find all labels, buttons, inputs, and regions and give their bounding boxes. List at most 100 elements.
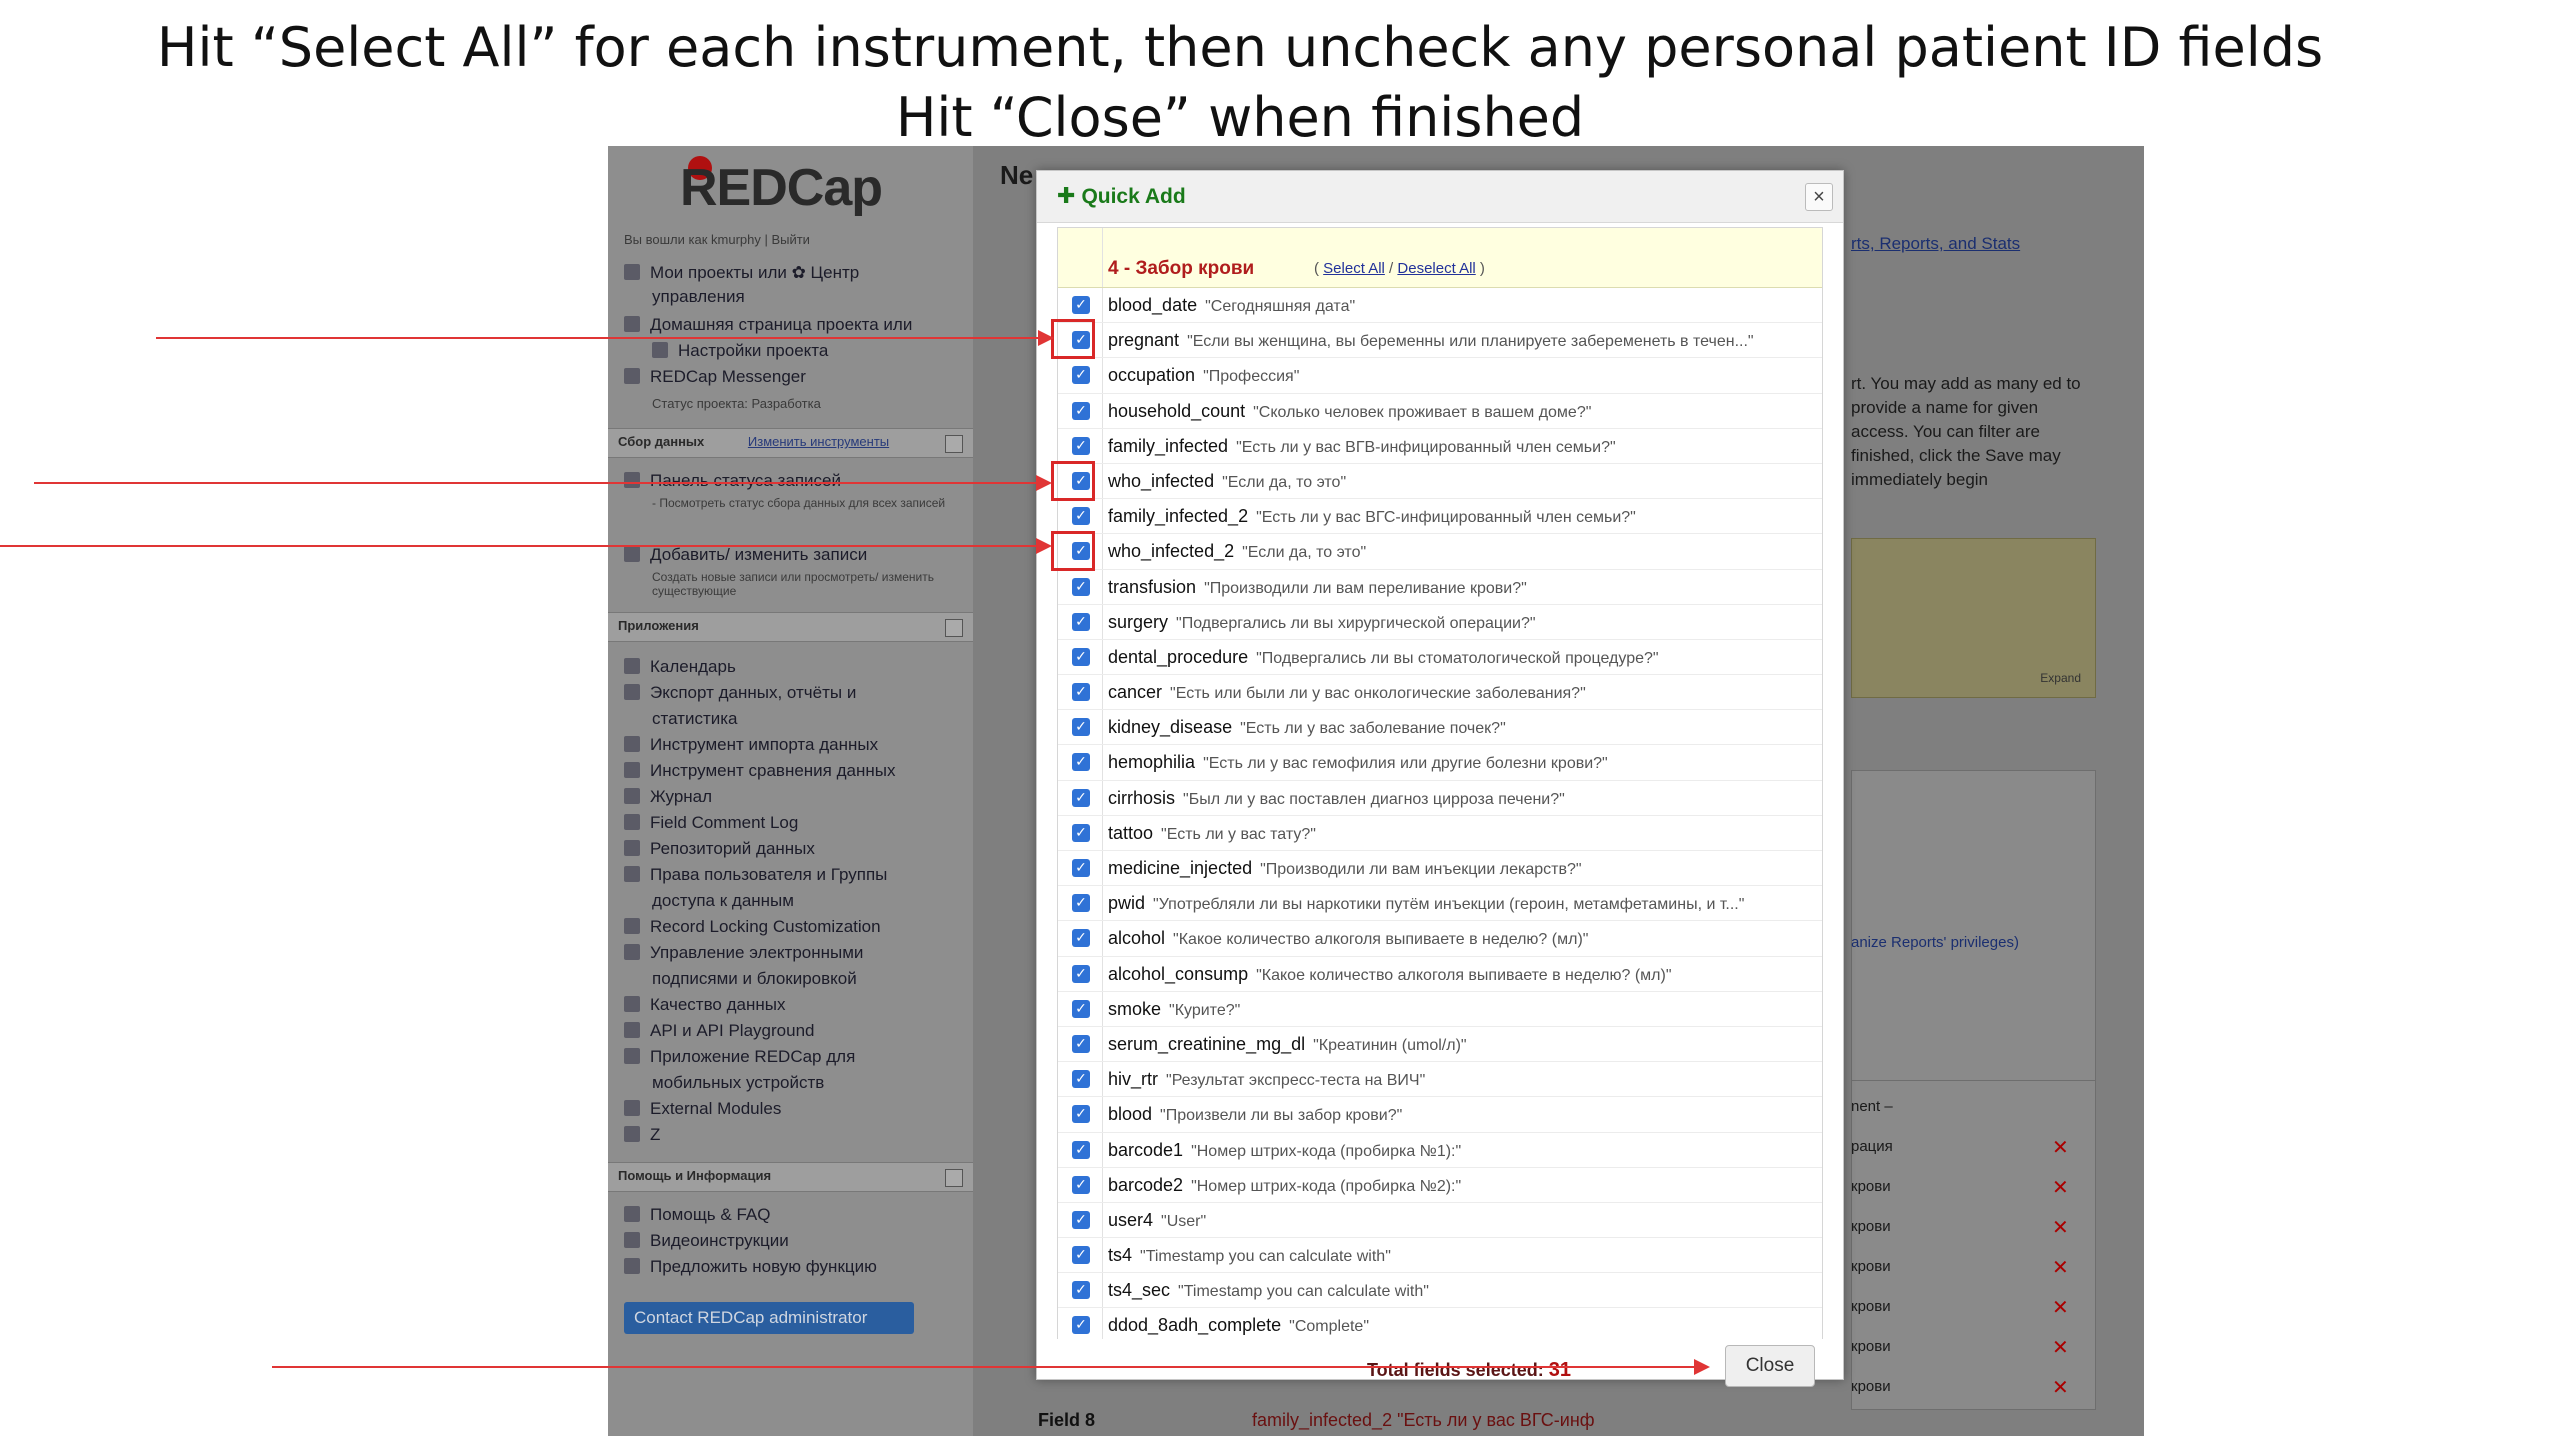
field-label: "Употребляли ли вы наркотики путём инъек… xyxy=(1153,896,1745,914)
e-signature-link-line2[interactable]: подписями и блокировкой xyxy=(652,968,857,990)
field-checkbox[interactable]: ✓ xyxy=(1072,577,1090,596)
field-label: "User" xyxy=(1161,1212,1207,1230)
field-checkbox[interactable]: ✓ xyxy=(1072,1246,1090,1265)
delete-icon[interactable]: ✕ xyxy=(2052,1378,2069,1398)
delete-icon[interactable]: ✕ xyxy=(2052,1138,2069,1158)
field-text: dental_procedure "Подвергались ли вы стом… xyxy=(1108,647,1808,668)
field-checkbox[interactable]: ✓ xyxy=(1072,647,1090,666)
background-list-item: крови xyxy=(1851,1298,1891,1315)
redcap-messenger-link[interactable]: REDCap Messenger xyxy=(624,366,806,388)
field-checkbox[interactable]: ✓ xyxy=(1072,507,1090,526)
field-checkbox[interactable]: ✓ xyxy=(1072,296,1090,314)
collapse-icon[interactable] xyxy=(945,435,963,453)
field-checkbox[interactable]: ✓ xyxy=(1072,929,1090,948)
control-center-link[interactable]: управления xyxy=(652,286,745,308)
field-checkbox[interactable]: ✓ xyxy=(1072,964,1090,983)
field-variable: occupation xyxy=(1108,365,1196,386)
record-status-dashboard-link[interactable]: Панель статуса записей xyxy=(624,470,841,492)
e-signature-link[interactable]: Управление электронными xyxy=(624,942,863,964)
field-label: "Если да, то это" xyxy=(1242,544,1367,562)
logging-link[interactable]: Журнал xyxy=(624,786,712,808)
background-reports-link[interactable]: rts, Reports, and Stats xyxy=(1851,234,2020,254)
field-variable: kidney_disease xyxy=(1108,717,1233,738)
field-checkbox[interactable]: ✓ xyxy=(1072,401,1090,420)
field-checkbox[interactable]: ✓ xyxy=(1072,859,1090,877)
field-text: alcohol_consump "Какое количество алкогол… xyxy=(1108,964,1808,985)
delete-icon[interactable]: ✕ xyxy=(2052,1178,2069,1198)
file-repository-link[interactable]: Репозиторий данных xyxy=(624,838,815,860)
data-comparison-link[interactable]: Инструмент сравнения данных xyxy=(624,760,895,782)
export-icon xyxy=(624,684,640,700)
background-select[interactable]: nent – xyxy=(1851,1098,2051,1115)
field-row-alcohol: ✓ alcohol "Какое количество алкоголя выпив… xyxy=(1058,921,1822,957)
select-all-link[interactable]: Select All xyxy=(1323,260,1385,277)
field-checkbox[interactable]: ✓ xyxy=(1072,1210,1090,1229)
suggest-feature-link[interactable]: Предложить новую функцию xyxy=(624,1256,877,1278)
background-yellow-panel: Expand xyxy=(1851,538,2096,698)
field-checkbox[interactable]: ✓ xyxy=(1072,436,1090,455)
record-locking-link[interactable]: Record Locking Customization xyxy=(624,916,881,938)
delete-icon[interactable]: ✕ xyxy=(2052,1298,2069,1318)
field-checkbox[interactable]: ✓ xyxy=(1072,999,1090,1018)
collapse-icon[interactable] xyxy=(945,1169,963,1187)
field-checkbox[interactable]: ✓ xyxy=(1072,1316,1090,1335)
data-export-link[interactable]: Экспорт данных, отчёты и xyxy=(624,682,856,704)
help-faq-link[interactable]: Помощь & FAQ xyxy=(624,1204,770,1226)
contact-admin-button[interactable]: Contact REDCap administrator xyxy=(624,1302,914,1334)
field-checkbox[interactable]: ✓ xyxy=(1072,1105,1090,1124)
api-link[interactable]: API и API Playground xyxy=(624,1020,814,1042)
field-rows: ✓ blood_date "Сегодняшняя дата" ✓ pregnant "Е… xyxy=(1058,288,1822,1339)
field-checkbox[interactable]: ✓ xyxy=(1072,1070,1090,1089)
field-checkbox[interactable]: ✓ xyxy=(1072,683,1090,702)
my-projects-link[interactable]: Мои проекты или ✿ Центр xyxy=(624,262,859,284)
calendar-link[interactable]: Календарь xyxy=(624,656,736,678)
mobile-icon xyxy=(624,1048,640,1064)
mobile-app-link-line2[interactable]: мобильных устройств xyxy=(652,1072,824,1094)
field-checkbox[interactable]: ✓ xyxy=(1072,823,1090,842)
user-rights-link[interactable]: Права пользователя и Группы xyxy=(624,864,887,886)
collapse-icon[interactable] xyxy=(945,619,963,637)
field-checkbox[interactable]: ✓ xyxy=(1072,894,1090,913)
field-variable: serum_creatinine_mg_dl xyxy=(1108,1033,1306,1054)
close-icon[interactable]: × xyxy=(1805,183,1833,211)
field-row-blood: ✓ blood "Произвели ли вы забор крови?" xyxy=(1058,1097,1822,1133)
field-checkbox[interactable]: ✓ xyxy=(1072,788,1090,807)
dag-link[interactable]: доступа к данным xyxy=(652,890,794,912)
data-export-link-line2[interactable]: статистика xyxy=(652,708,738,730)
field-checkbox[interactable]: ✓ xyxy=(1072,612,1090,631)
delete-icon[interactable]: ✕ xyxy=(2052,1218,2069,1238)
field-label: "Какое количество алкоголя выпиваете в н… xyxy=(1256,966,1672,984)
background-list-item: рация xyxy=(1851,1138,1893,1155)
field-row-who-infected: ✓ who_infected "Если да, то это" xyxy=(1058,463,1822,500)
field-checkbox[interactable]: ✓ xyxy=(1072,1140,1090,1159)
field-checkbox[interactable]: ✓ xyxy=(1072,1034,1090,1053)
field-label: "Есть ли у вас тату?" xyxy=(1161,825,1316,843)
project-home-link[interactable]: Домашняя страница проекта или xyxy=(624,314,912,336)
project-setup-link[interactable]: Настройки проекта xyxy=(652,340,828,362)
data-quality-link[interactable]: Качество данных xyxy=(624,994,785,1016)
delete-icon[interactable]: ✕ xyxy=(2052,1338,2069,1358)
field-checkbox[interactable]: ✓ xyxy=(1072,1281,1090,1300)
field-checkbox[interactable]: ✓ xyxy=(1072,366,1090,385)
edit-instruments-link[interactable]: Изменить инструменты xyxy=(748,434,889,449)
home-icon xyxy=(624,316,640,332)
field-label: "Есть ли у вас ВГВ-инфицированный член с… xyxy=(1236,438,1616,456)
field-variable: family_infected_2 xyxy=(1108,506,1249,527)
video-tutorials-link[interactable]: Видеоинструкции xyxy=(624,1230,789,1252)
external-modules-link[interactable]: External Modules xyxy=(624,1098,781,1120)
delete-icon[interactable]: ✕ xyxy=(2052,1258,2069,1278)
background-privileges-link[interactable]: anize Reports' privileges) xyxy=(1851,934,2051,951)
field-row-blood-date: ✓ blood_date "Сегодняшняя дата" xyxy=(1058,288,1822,324)
expand-link[interactable]: Expand xyxy=(2040,671,2081,685)
mobile-app-link[interactable]: Приложение REDCap для xyxy=(624,1046,855,1068)
close-button[interactable]: Close xyxy=(1725,1345,1815,1387)
field-checkbox[interactable]: ✓ xyxy=(1072,1175,1090,1194)
data-import-link[interactable]: Инструмент импорта данных xyxy=(624,734,878,756)
z-link[interactable]: Z xyxy=(624,1124,660,1146)
field-checkbox[interactable]: ✓ xyxy=(1072,753,1090,772)
add-edit-records-link[interactable]: Добавить/ изменить записи xyxy=(624,544,867,566)
deselect-all-link[interactable]: Deselect All xyxy=(1397,260,1475,277)
field-comment-log-link[interactable]: Field Comment Log xyxy=(624,812,798,834)
field-checkbox[interactable]: ✓ xyxy=(1072,718,1090,737)
project-status: Статус проекта: Разработка xyxy=(652,396,821,411)
